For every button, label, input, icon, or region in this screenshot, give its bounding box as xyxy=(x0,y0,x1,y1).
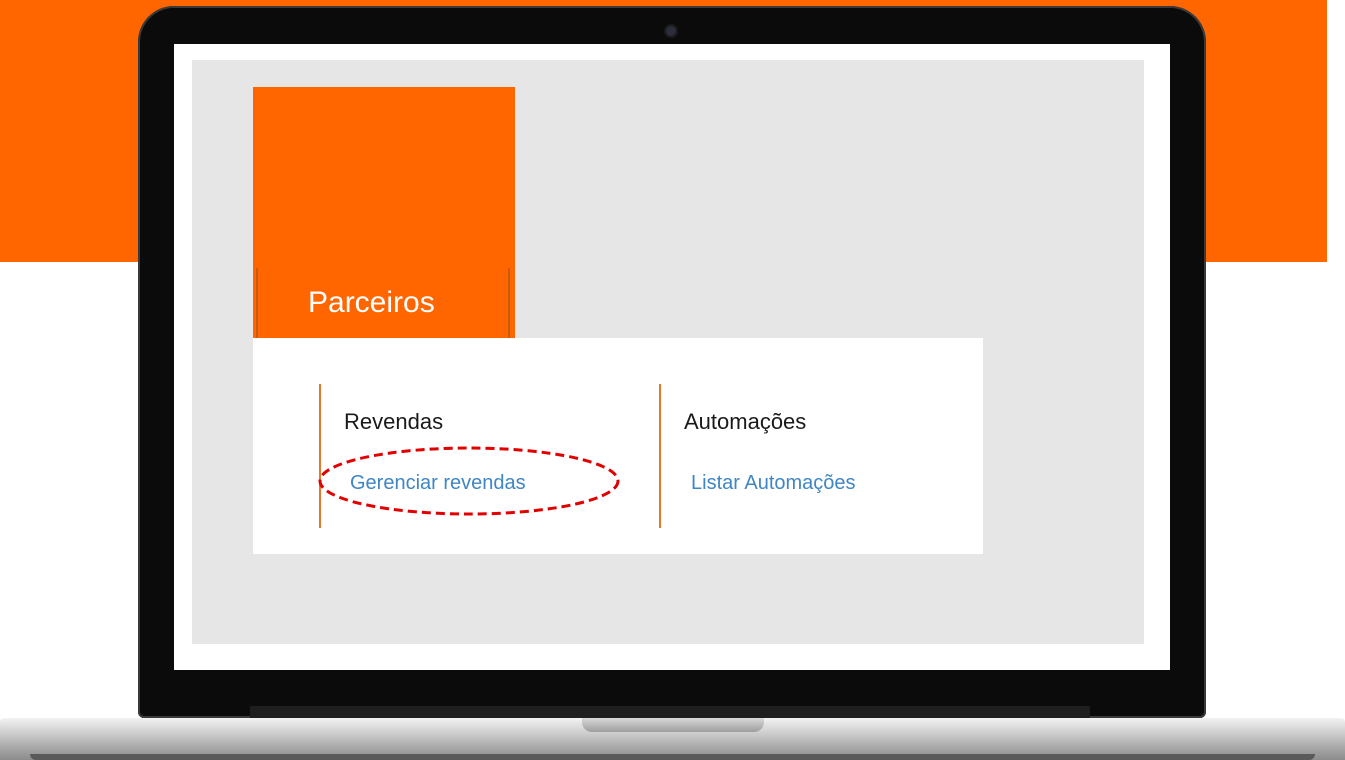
laptop-notch xyxy=(582,718,764,732)
column-divider xyxy=(659,384,661,528)
list-automations-link[interactable]: Listar Automações xyxy=(691,470,856,496)
partners-tile-title[interactable]: Parceiros xyxy=(308,283,435,323)
laptop-hinge xyxy=(250,706,1090,718)
manage-resellers-link[interactable]: Gerenciar revendas xyxy=(350,470,526,496)
menu-heading-automacoes: Automações xyxy=(684,409,807,434)
laptop-base-shadow xyxy=(30,754,1315,760)
webcam-icon xyxy=(666,26,676,36)
tile-divider-left xyxy=(256,268,258,338)
partners-dropdown-panel xyxy=(253,338,983,554)
tile-divider-right xyxy=(508,268,510,338)
menu-heading-revendas: Revendas xyxy=(344,409,444,434)
column-divider xyxy=(319,384,321,528)
